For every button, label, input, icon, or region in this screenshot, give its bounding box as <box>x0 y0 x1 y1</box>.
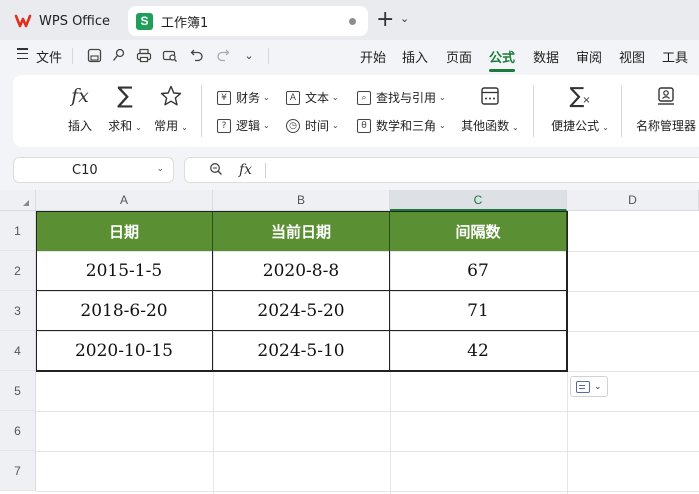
tab-start[interactable]: 开始 <box>360 47 386 66</box>
other-functions-icon <box>459 83 521 109</box>
name-manager-icon <box>633 83 699 109</box>
name-box-value: C10 <box>72 163 98 178</box>
unsaved-dot-icon[interactable] <box>349 18 356 25</box>
redo-icon[interactable] <box>213 45 233 65</box>
math-icon: θ <box>357 118 371 133</box>
active-tab-indicator <box>489 69 515 72</box>
tab-formula[interactable]: 公式 <box>489 47 515 66</box>
row-header-2[interactable]: 2 <box>0 251 36 291</box>
insert-function-button[interactable]: fx 插入 <box>65 83 95 134</box>
cell-b4[interactable]: 2024-5-10 <box>213 331 390 371</box>
header-cell-interval[interactable]: 间隔数 <box>390 211 567 251</box>
star-icon <box>151 83 191 109</box>
fx-insert-icon[interactable]: fx <box>239 162 252 178</box>
finance-icon: ¥ <box>217 90 231 105</box>
select-all-corner[interactable] <box>0 190 36 211</box>
tab-review[interactable]: 审阅 <box>576 47 602 66</box>
title-tab-bar: WPS Office S 工作簿1 + ⌄ <box>0 0 699 40</box>
format-painter-icon[interactable] <box>108 45 128 65</box>
spreadsheet-icon: S <box>136 12 153 30</box>
cell-b3[interactable]: 2024-5-20 <box>213 291 390 331</box>
cell-b2[interactable]: 2020-8-8 <box>213 251 390 291</box>
new-tab-plus-icon[interactable]: + <box>376 9 394 31</box>
autosum-button[interactable]: ∑ 求和 ⌄ <box>105 83 145 134</box>
header-cell-current-date[interactable]: 当前日期 <box>213 211 390 251</box>
cell-c4[interactable]: 42 <box>390 331 567 371</box>
row-header-7[interactable]: 7 <box>0 451 36 491</box>
cell-a4[interactable]: 2020-10-15 <box>36 331 213 371</box>
tab-insert[interactable]: 插入 <box>402 47 428 66</box>
formula-bar[interactable]: fx <box>184 157 699 183</box>
tab-data[interactable]: 数据 <box>533 47 559 66</box>
save-icon[interactable] <box>84 45 104 65</box>
tab-view[interactable]: 视图 <box>619 47 645 66</box>
paste-options-chevron-icon: ⌄ <box>594 381 602 392</box>
name-box-chevron-icon[interactable]: ⌄ <box>156 164 164 174</box>
hamburger-menu-icon[interactable] <box>17 48 28 60</box>
other-functions-button[interactable]: 其他函数 ⌄ <box>459 83 521 134</box>
time-functions-button[interactable]: ◷ 时间 ⌄ <box>286 117 339 134</box>
tab-list-chevron-icon[interactable]: ⌄ <box>400 12 409 25</box>
tab-workbook-label: 工作簿1 <box>161 15 209 31</box>
tab-wps-office[interactable]: WPS Office <box>6 6 124 36</box>
spreadsheet-grid[interactable]: A B C D 1 2 3 4 5 6 7 日期 当前日期 间隔数 2015-1… <box>0 190 699 494</box>
menu-row: 文件 ⌄ 开始 插入 页面 公式 数据 审阅 视图 工具 <box>0 40 699 72</box>
clock-icon: ◷ <box>286 118 300 133</box>
cell-a3[interactable]: 2018-6-20 <box>36 291 213 331</box>
tab-wps-label: WPS Office <box>39 13 111 29</box>
logic-icon: ? <box>217 118 231 133</box>
finance-button[interactable]: ¥ 财务 ⌄ <box>217 89 270 106</box>
cell-a2[interactable]: 2015-1-5 <box>36 251 213 291</box>
column-header-d[interactable]: D <box>567 190 699 211</box>
common-functions-button[interactable]: 常用 ⌄ <box>151 83 191 134</box>
header-cell-date[interactable]: 日期 <box>36 211 213 251</box>
zoom-search-icon[interactable] <box>209 162 223 180</box>
lookup-reference-button[interactable]: ⌕ 查找与引用 ⌄ <box>357 89 446 106</box>
print-icon[interactable] <box>134 45 154 65</box>
name-box[interactable]: C10 ⌄ <box>13 157 174 183</box>
tab-page[interactable]: 页面 <box>446 47 472 66</box>
text-functions-button[interactable]: A 文本 ⌄ <box>286 89 339 106</box>
row-header-6[interactable]: 6 <box>0 411 36 451</box>
fx-icon: fx <box>71 85 89 107</box>
paste-options-button[interactable]: ⌄ <box>570 376 608 397</box>
lookup-icon: ⌕ <box>357 90 371 105</box>
print-preview-icon[interactable] <box>160 45 180 65</box>
logic-button[interactable]: ? 逻辑 ⌄ <box>217 117 270 134</box>
sigma-icon: ∑ <box>117 83 133 109</box>
cell-c2[interactable]: 67 <box>390 251 567 291</box>
name-manager-button[interactable]: 名称管理器 <box>633 83 699 134</box>
row-header-3[interactable]: 3 <box>0 291 36 331</box>
wps-logo-icon <box>14 12 32 30</box>
row-header-4[interactable]: 4 <box>0 331 36 371</box>
undo-icon[interactable] <box>187 45 207 65</box>
text-icon: A <box>286 90 300 105</box>
quick-sigma-icon: ∑ × <box>569 83 591 109</box>
cell-c3[interactable]: 71 <box>390 291 567 331</box>
ribbon-panel: fx 插入 ∑ 求和 ⌄ 常用 ⌄ ¥ 财务 ⌄ ? 逻辑 ⌄ A 文本 ⌄ ◷ 时间 ⌄ … <box>13 75 699 147</box>
tab-workbook[interactable]: S 工作簿1 <box>128 6 368 36</box>
quick-access-more-chevron-icon[interactable]: ⌄ <box>239 45 259 65</box>
tab-tools[interactable]: 工具 <box>662 47 688 66</box>
column-header-c[interactable]: C <box>390 190 567 211</box>
paste-options-icon <box>576 380 590 393</box>
row-header-1[interactable]: 1 <box>0 211 36 251</box>
file-menu[interactable]: 文件 <box>36 47 62 66</box>
row-header-5[interactable]: 5 <box>0 371 36 411</box>
math-trig-button[interactable]: θ 数学和三角 ⌄ <box>357 117 446 134</box>
column-header-a[interactable]: A <box>36 190 213 211</box>
column-header-b[interactable]: B <box>213 190 390 211</box>
quick-formula-button[interactable]: ∑ × 便捷公式 ⌄ <box>549 83 611 134</box>
